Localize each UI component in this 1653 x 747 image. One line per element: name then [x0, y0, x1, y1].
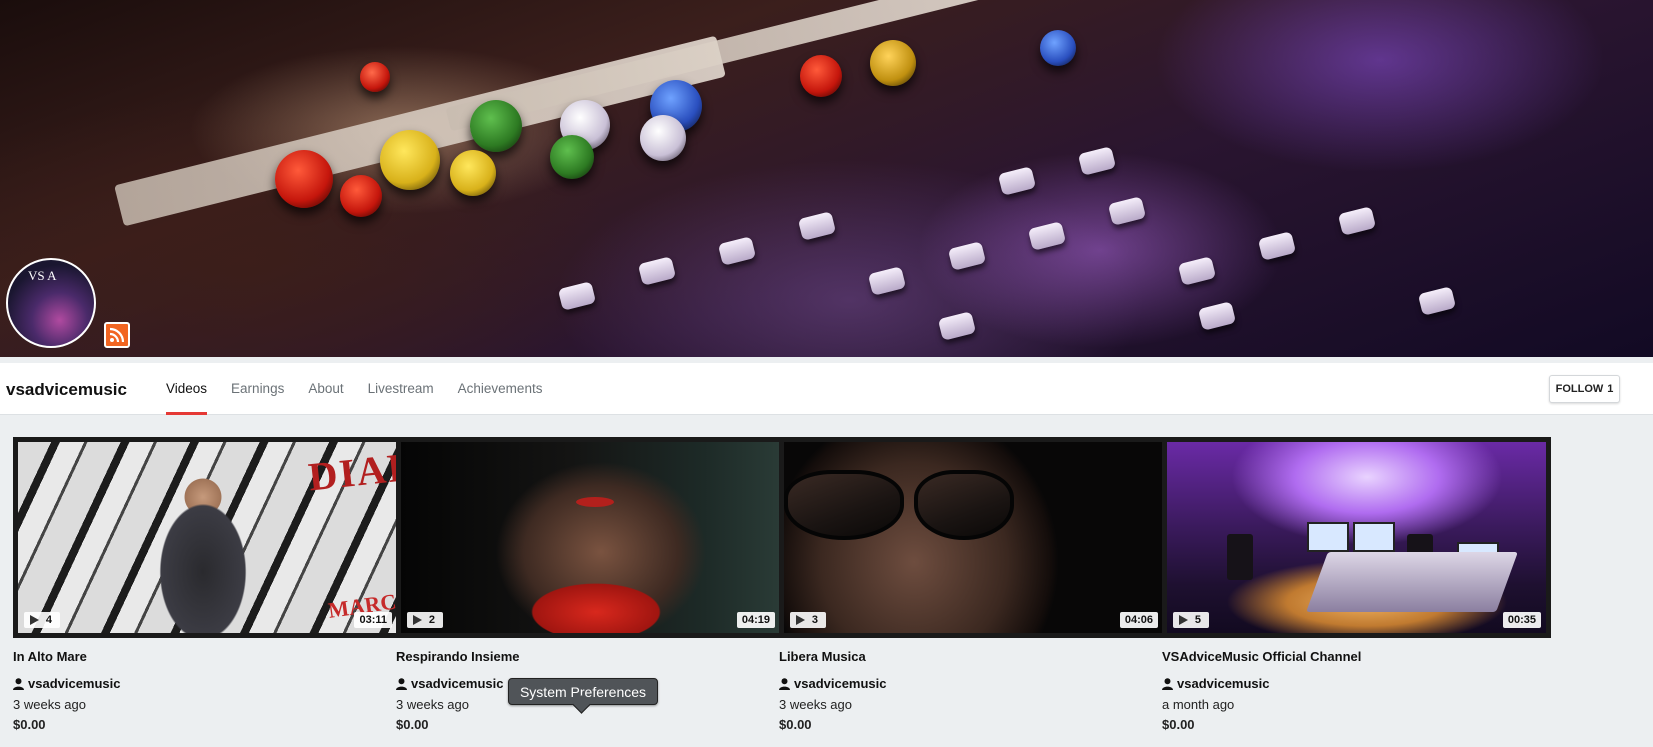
video-author[interactable]: vsadvicemusic [779, 676, 1168, 691]
upload-age: a month ago [1162, 697, 1235, 712]
mixer-fader [797, 211, 837, 241]
video-title[interactable]: In Alto Mare [13, 649, 402, 664]
thumbnail-graffiti-text: DIABOLIK [306, 437, 402, 500]
follow-button[interactable]: FOLLOW 1 [1549, 375, 1620, 403]
mixer-fader [937, 311, 977, 341]
channel-navbar: vsadvicemusic Videos Earnings About Live… [0, 363, 1653, 415]
play-count: 2 [428, 614, 435, 626]
mixer-fader [717, 236, 757, 266]
mixer-fader [1177, 256, 1217, 286]
video-thumbnail[interactable]: 5 00:35 [1162, 437, 1551, 638]
video-earnings: $0.00 [13, 717, 46, 732]
dock-tooltip: System Preferences [508, 678, 658, 705]
video-thumbnail[interactable]: DIABOLIK MARCO 4 03:11 [13, 437, 402, 638]
duration-badge: 04:19 [736, 612, 775, 628]
follow-label: FOLLOW [1555, 383, 1604, 395]
play-icon [796, 615, 805, 625]
play-count-badge: 5 [1173, 612, 1209, 628]
video-thumbnail[interactable]: 2 04:19 [396, 437, 785, 638]
author-name: vsadvicemusic [411, 676, 504, 691]
mixer-fader [1107, 196, 1147, 226]
mixer-fader [947, 241, 987, 271]
play-icon [413, 615, 422, 625]
mixer-knob [450, 150, 496, 196]
play-icon [30, 615, 39, 625]
author-name: vsadvicemusic [28, 676, 121, 691]
channel-name: vsadvicemusic [6, 380, 127, 399]
mixer-fader [1417, 286, 1457, 316]
mixer-knob [870, 40, 916, 86]
user-icon [396, 677, 407, 690]
video-title[interactable]: VSAdviceMusic Official Channel [1162, 649, 1551, 664]
channel-tabs: Videos Earnings About Livestream Achieve… [166, 363, 566, 415]
video-earnings: $0.00 [1162, 717, 1195, 732]
video-card: 3 04:06 Libera Musica vsadvicemusic 3 we… [779, 437, 1168, 732]
mixer-knob [275, 150, 333, 208]
video-title[interactable]: Libera Musica [779, 649, 1168, 664]
mixer-fader [637, 256, 677, 286]
avatar-logo-text: VS A [28, 268, 57, 283]
user-icon [779, 677, 790, 690]
play-icon [1179, 615, 1188, 625]
user-icon [1162, 677, 1173, 690]
video-author[interactable]: vsadvicemusic [13, 676, 402, 691]
tab-about[interactable]: About [308, 363, 343, 415]
thumbnail-detail [1306, 552, 1518, 612]
rss-icon [109, 327, 125, 343]
mixer-fader [1027, 221, 1067, 251]
mixer-knob [470, 100, 522, 152]
video-card: 5 00:35 VSAdviceMusic Official Channel v… [1162, 437, 1551, 732]
tab-earnings[interactable]: Earnings [231, 363, 284, 415]
mixer-fader [1197, 301, 1237, 331]
mixer-fader [997, 166, 1037, 196]
video-earnings: $0.00 [779, 717, 812, 732]
mixer-knob [800, 55, 842, 97]
play-count-badge: 4 [24, 612, 60, 628]
play-count: 5 [1194, 614, 1201, 626]
mixer-knob [340, 175, 382, 217]
video-card: DIABOLIK MARCO 4 03:11 In Alto Mare vsad… [13, 437, 402, 732]
duration-badge: 03:11 [354, 612, 392, 628]
upload-age: 3 weeks ago [779, 697, 852, 712]
upload-age: 3 weeks ago [13, 697, 86, 712]
mixer-knob [550, 135, 594, 179]
play-count-badge: 2 [407, 612, 443, 628]
channel-avatar[interactable]: VS A [6, 258, 96, 348]
tab-achievements[interactable]: Achievements [458, 363, 543, 415]
tab-videos[interactable]: Videos [166, 363, 208, 415]
play-count-badge: 3 [790, 612, 826, 628]
follower-count: 1 [1607, 383, 1614, 395]
mixer-knob [1040, 30, 1076, 66]
mixer-fader [1257, 231, 1297, 261]
mixer-knob [380, 130, 440, 190]
duration-badge: 04:06 [1119, 612, 1158, 628]
duration-badge: 00:35 [1502, 612, 1541, 628]
author-name: vsadvicemusic [1177, 676, 1270, 691]
thumbnail-detail [576, 497, 614, 507]
mixer-fader [867, 266, 907, 296]
mixer-knob [360, 62, 390, 92]
mixer-knob [640, 115, 686, 161]
mixer-fader [1337, 206, 1377, 236]
video-thumbnail[interactable]: 3 04:06 [779, 437, 1168, 638]
user-icon [13, 677, 24, 690]
tab-livestream[interactable]: Livestream [368, 363, 434, 415]
mixer-fader [557, 281, 597, 311]
play-count: 3 [811, 614, 818, 626]
rss-button[interactable] [104, 322, 130, 348]
video-author[interactable]: vsadvicemusic [1162, 676, 1551, 691]
mixer-fader [1077, 146, 1117, 176]
thumbnail-detail [1353, 522, 1395, 552]
thumbnail-detail [784, 470, 904, 540]
channel-banner: VS A [0, 0, 1653, 357]
video-title[interactable]: Respirando Insieme [396, 649, 785, 664]
play-count: 4 [45, 614, 52, 626]
thumbnail-detail [1307, 522, 1349, 552]
thumbnail-detail [1227, 534, 1253, 580]
author-name: vsadvicemusic [794, 676, 887, 691]
thumbnail-detail [914, 470, 1014, 540]
video-earnings: $0.00 [396, 717, 429, 732]
